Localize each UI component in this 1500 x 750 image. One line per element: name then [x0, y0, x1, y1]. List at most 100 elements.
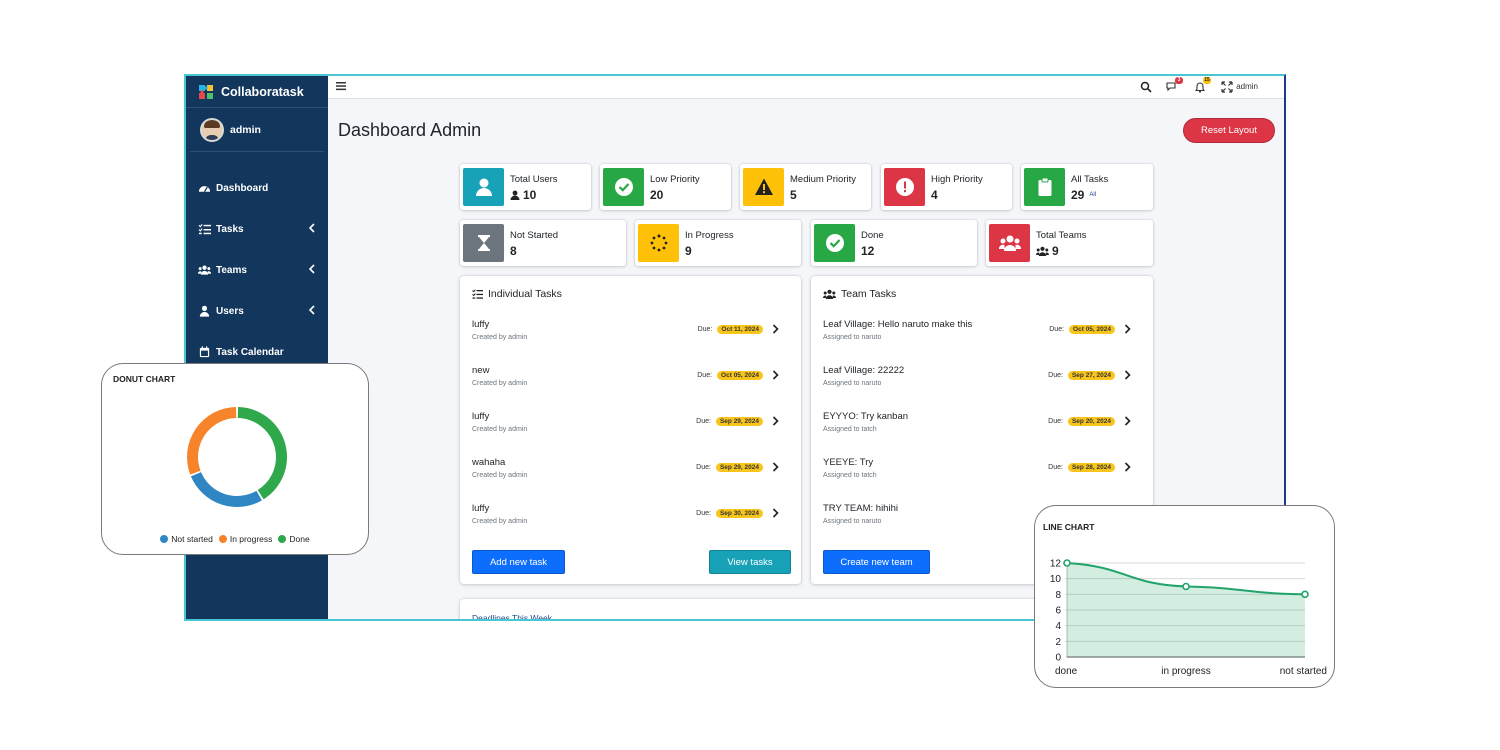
user-icon [475, 178, 492, 196]
stat-icon-box [638, 224, 679, 262]
create-new-team-button[interactable]: Create new team [823, 550, 930, 574]
stat-value: 29 All [1071, 188, 1096, 202]
y-tick-label: 8 [1055, 590, 1061, 601]
legend-swatch [278, 535, 287, 543]
task-row[interactable]: luffy Created by admin Due: Oct 11, 2024 [472, 319, 789, 359]
chevron-right-icon[interactable] [772, 370, 779, 380]
task-due: Due: Sep 30, 2024 [696, 509, 763, 518]
stat-value: 20 [650, 188, 663, 202]
legend-item[interactable]: Done [278, 534, 310, 544]
chevron-right-icon[interactable] [772, 416, 779, 426]
due-date-badge: Oct 05, 2024 [1069, 325, 1115, 334]
menu-toggle-icon[interactable] [336, 81, 346, 91]
stat-number: 8 [510, 244, 517, 258]
task-due: Due: Oct 05, 2024 [697, 371, 763, 380]
reset-layout-button[interactable]: Reset Layout [1183, 118, 1275, 143]
stat-card-total-users[interactable]: Total Users 10 [460, 164, 591, 210]
team-task-row[interactable]: Leaf Village: 22222 Assigned to naruto D… [823, 365, 1141, 405]
individual-tasks-card: Individual Tasks luffy Created by admin … [460, 276, 801, 584]
team-task-row[interactable]: YEEYE: Try Assigned to tatch Due: Sep 28,… [823, 457, 1141, 497]
sidebar-item-tasks[interactable]: Tasks [198, 221, 316, 237]
stat-value: 12 [861, 244, 874, 258]
topbar-user[interactable]: admin [1236, 82, 1258, 91]
page-title: Dashboard Admin [338, 120, 482, 140]
team-task-row[interactable]: EYYYO: Try kanban Assigned to tatch Due:… [823, 411, 1141, 451]
sidebar-user[interactable]: admin [190, 108, 324, 152]
task-due: Due: Sep 29, 2024 [696, 463, 763, 472]
sidebar-item-teams[interactable]: Teams [198, 262, 316, 278]
card-title-text: Deadlines This Week [472, 613, 553, 621]
hourglass-icon [477, 235, 490, 251]
due-label: Due: [1048, 418, 1063, 425]
chevron-left-icon [308, 223, 315, 233]
x-tick-label: done [1055, 666, 1078, 677]
chevron-right-icon[interactable] [772, 508, 779, 518]
team-task-title: YEEYE: Try [823, 457, 874, 468]
stat-label: Medium Priority [790, 174, 856, 185]
user-icon [199, 305, 210, 317]
legend-item[interactable]: Not started [160, 534, 213, 544]
chevron-right-icon[interactable] [772, 462, 779, 472]
warning-icon [754, 178, 773, 195]
due-label: Due: [697, 372, 713, 379]
team-task-title: TRY TEAM: hihihi [823, 503, 898, 514]
brand[interactable]: Collaboratask [186, 76, 328, 108]
stat-card-total-teams[interactable]: Total Teams 9 [986, 220, 1153, 266]
stat-icon-box [743, 168, 784, 206]
add-new-task-button[interactable]: Add new task [472, 550, 565, 574]
sidebar-user-name: admin [230, 123, 261, 136]
task-row[interactable]: luffy Created by admin Due: Sep 30, 2024 [472, 503, 789, 543]
stat-card-in-progress[interactable]: In Progress 9 [635, 220, 801, 266]
task-creator: Created by admin [472, 426, 528, 433]
team-task-row[interactable]: Leaf Village: Hello naruto make this Ass… [823, 319, 1141, 359]
stat-card-done[interactable]: Done 12 [811, 220, 977, 266]
stat-card-medium-priority[interactable]: Medium Priority 5 [740, 164, 871, 210]
card-title-text: Individual Tasks [488, 288, 562, 300]
chevron-right-icon[interactable] [1124, 416, 1131, 426]
area-fill [1067, 563, 1305, 657]
sidebar-item-users[interactable]: Users [198, 303, 316, 319]
stat-card-low-priority[interactable]: Low Priority 20 [600, 164, 731, 210]
team-task-assignee: Assigned to tatch [823, 472, 877, 479]
chevron-right-icon[interactable] [1124, 370, 1131, 380]
notifications-button[interactable]: 15 [1194, 77, 1211, 93]
chevron-right-icon[interactable] [772, 324, 779, 334]
stat-number: 20 [650, 188, 664, 202]
top-navbar: 3 15 admin [328, 76, 1284, 99]
task-row[interactable]: luffy Created by admin Due: Sep 29, 2024 [472, 411, 789, 451]
stat-label: Total Users [510, 174, 558, 185]
stat-card-all-tasks[interactable]: All Tasks 29 All [1021, 164, 1153, 210]
donut-slice-not-started [190, 472, 262, 507]
task-row[interactable]: new Created by admin Due: Oct 05, 2024 [472, 365, 789, 405]
notifications-badge: 15 [1203, 77, 1211, 84]
fullscreen-button[interactable] [1221, 80, 1233, 93]
stat-icon-box [814, 224, 855, 262]
due-date-badge: Sep 27, 2024 [1067, 371, 1115, 380]
stat-card-not-started[interactable]: Not Started 8 [460, 220, 626, 266]
stat-number: 9 [685, 244, 692, 258]
stat-sublabel: All [1089, 192, 1097, 198]
sidebar-item-label: Task Calendar [216, 346, 284, 358]
expand-arrows-icon [1221, 81, 1233, 93]
messages-button[interactable]: 3 [1166, 77, 1183, 92]
view-tasks-button[interactable]: View tasks [709, 550, 791, 574]
x-tick-label: not started [1280, 666, 1327, 677]
spinner-icon [650, 234, 667, 252]
legend-item[interactable]: In progress [218, 534, 272, 544]
stat-number: 12 [861, 244, 875, 258]
stat-icon-box [603, 168, 644, 206]
chevron-right-icon[interactable] [1124, 324, 1131, 334]
search-button[interactable] [1140, 80, 1152, 93]
stat-card-high-priority[interactable]: High Priority 4 [881, 164, 1012, 210]
messages-badge: 3 [1175, 77, 1183, 84]
sidebar-item-task-calendar[interactable]: Task Calendar [198, 344, 316, 360]
check-circle-icon [825, 234, 844, 252]
stat-number: 5 [790, 188, 797, 202]
y-tick-label: 6 [1055, 606, 1061, 617]
chevron-right-icon[interactable] [1124, 462, 1131, 472]
stat-value: 8 [510, 244, 517, 258]
due-label: Due: [696, 418, 711, 425]
task-row[interactable]: wahaha Created by admin Due: Sep 29, 2024 [472, 457, 789, 497]
sidebar-item-dashboard[interactable]: Dashboard [198, 180, 316, 196]
due-label: Due: [696, 510, 711, 517]
